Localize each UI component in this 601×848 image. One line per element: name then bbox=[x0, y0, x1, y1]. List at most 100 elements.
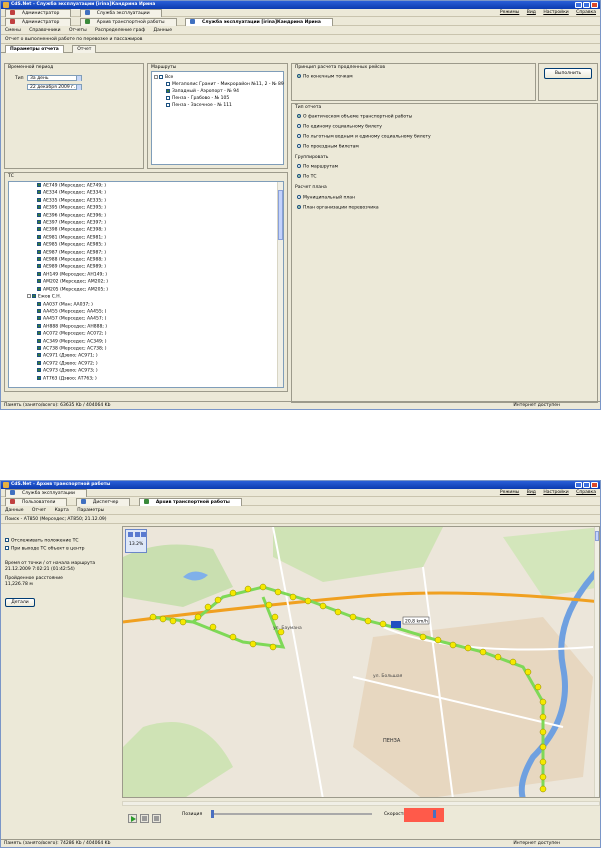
report-type-option[interactable]: О фактическом объеме транспортной работы bbox=[297, 114, 412, 120]
radio[interactable] bbox=[297, 164, 301, 168]
principle-radio[interactable] bbox=[297, 74, 301, 78]
ts-scrollbar[interactable] bbox=[277, 182, 283, 387]
position-slider-thumb[interactable] bbox=[211, 810, 214, 818]
plan-option[interactable]: План организации перевозчика bbox=[297, 205, 379, 211]
route-checkbox[interactable] bbox=[166, 102, 170, 107]
route-item[interactable]: Западный - Аэропорт - № 94 bbox=[154, 88, 281, 95]
ts-checkbox[interactable] bbox=[37, 264, 41, 269]
ts-row[interactable]: АС971 (Дэвоо; АС971; ) bbox=[37, 353, 275, 360]
tree-collapse-icon[interactable] bbox=[154, 74, 158, 79]
radio[interactable] bbox=[297, 205, 301, 209]
ts-checkbox[interactable] bbox=[37, 375, 41, 380]
maximize-button[interactable] bbox=[583, 482, 590, 488]
ts-checkbox[interactable] bbox=[37, 286, 41, 291]
menu-reports[interactable]: Отчеты bbox=[69, 28, 87, 33]
menu-map[interactable]: Карта bbox=[55, 508, 69, 513]
radio[interactable] bbox=[297, 114, 301, 118]
chevron-down-icon[interactable] bbox=[76, 76, 81, 81]
ts-checkbox[interactable] bbox=[37, 331, 41, 336]
tree-expand-icon[interactable] bbox=[27, 294, 31, 299]
ts-checkbox[interactable] bbox=[37, 316, 41, 321]
route-checkbox[interactable] bbox=[166, 95, 170, 100]
mdi-tab-dispatcher[interactable]: Диспетчер bbox=[75, 498, 131, 506]
play-button[interactable] bbox=[128, 814, 137, 823]
menu-data[interactable]: Данные bbox=[154, 28, 172, 33]
map-scrollbar[interactable] bbox=[594, 527, 599, 797]
ts-checkbox[interactable] bbox=[37, 249, 41, 254]
ts-checkbox[interactable] bbox=[37, 271, 41, 276]
checkbox[interactable] bbox=[5, 546, 9, 550]
ts-row[interactable]: АН888 (Мерседес; АН888; ) bbox=[37, 323, 275, 331]
ts-checkbox[interactable] bbox=[37, 197, 41, 202]
toolbar-service-button[interactable]: Служба эксплуатации bbox=[5, 489, 87, 497]
ts-row[interactable]: АЕ985 (Мерседес; АЕ985; ) bbox=[37, 242, 275, 249]
principle-option[interactable]: По конечным точкам bbox=[297, 74, 353, 80]
ts-checkbox[interactable] bbox=[37, 205, 41, 210]
menu-data[interactable]: Данные bbox=[5, 508, 23, 513]
radio[interactable] bbox=[297, 134, 301, 138]
ts-checkbox[interactable] bbox=[32, 294, 36, 299]
ts-row[interactable]: АС349 (Мерседес; АС349; ) bbox=[37, 338, 275, 346]
ts-row[interactable]: АЕ395 (Мерседес; АЕ395; ) bbox=[37, 205, 275, 212]
report-type-option[interactable]: По проездным билетам bbox=[297, 144, 359, 150]
position-slider[interactable] bbox=[211, 810, 372, 818]
menu-view[interactable]: Вид bbox=[527, 490, 536, 495]
details-button[interactable]: Детали bbox=[5, 598, 35, 607]
menu-view[interactable]: Вид bbox=[527, 10, 536, 15]
ts-checkbox[interactable] bbox=[37, 308, 41, 313]
pan-icon[interactable] bbox=[128, 532, 133, 537]
routes-root-checkbox[interactable] bbox=[159, 74, 163, 79]
stop-button[interactable] bbox=[152, 814, 161, 823]
route-item[interactable]: Пенза - Грабово - № 105 bbox=[154, 95, 281, 102]
ts-checkbox[interactable] bbox=[37, 183, 41, 187]
menu-distribution[interactable]: Распределение граф bbox=[95, 28, 145, 33]
ts-checkbox[interactable] bbox=[37, 338, 41, 343]
ts-row[interactable]: АН149 (Мерседес; АН149; ) bbox=[37, 271, 275, 279]
ts-checkbox[interactable] bbox=[37, 212, 41, 217]
ts-owner-row[interactable]: Ежов С.Н. bbox=[27, 294, 275, 301]
map-view[interactable]: 20,8 km/h ул. Баумана ул. Большая ПЕНЗА … bbox=[122, 526, 600, 798]
chevron-down-icon[interactable] bbox=[76, 85, 81, 90]
menu-references[interactable]: Справочники bbox=[29, 28, 60, 33]
plan-option[interactable]: Муниципальный план bbox=[297, 195, 355, 201]
speed-slider-thumb[interactable] bbox=[433, 810, 436, 818]
menu-settings[interactable]: Настройки bbox=[543, 10, 568, 15]
ts-checkbox[interactable] bbox=[37, 345, 41, 350]
ts-row[interactable]: АЕ334 (Мерседес; АЕ334; ) bbox=[37, 190, 275, 197]
vehicle-marker[interactable] bbox=[391, 621, 401, 628]
ts-row[interactable]: АА455 (Мерседес; АА455; ) bbox=[37, 308, 275, 316]
speed-slider[interactable] bbox=[404, 808, 444, 822]
close-button[interactable] bbox=[591, 482, 598, 488]
ts-row[interactable]: АС738 (Мерседес; АС738; ) bbox=[37, 345, 275, 353]
menu-help[interactable]: Справка bbox=[576, 10, 596, 15]
menu-settings[interactable]: Настройки bbox=[543, 490, 568, 495]
scroll-thumb[interactable] bbox=[278, 190, 283, 240]
map-hscroll[interactable] bbox=[122, 801, 600, 806]
mdi-tab-archive[interactable]: Архив транспортной работы bbox=[138, 498, 242, 506]
execute-button[interactable]: Выполнить bbox=[544, 68, 592, 79]
ts-row[interactable]: АТ763 (Дэвоо; АТ763; ) bbox=[37, 375, 275, 383]
toolbar-service-button[interactable]: Служба эксплуатации bbox=[79, 9, 162, 17]
mdi-tab-archive[interactable]: Архив транспортной работы bbox=[79, 18, 177, 26]
ts-checkbox[interactable] bbox=[37, 353, 41, 358]
zoom-out-icon[interactable] bbox=[141, 532, 146, 537]
option-center[interactable]: При выходе ТС объект в центр bbox=[5, 546, 84, 552]
ts-checkbox[interactable] bbox=[37, 360, 41, 365]
minimize-button[interactable] bbox=[575, 482, 582, 488]
route-item[interactable]: Пенза - Засечное - № 111 bbox=[154, 102, 281, 109]
ts-checkbox[interactable] bbox=[37, 220, 41, 225]
scroll-thumb[interactable] bbox=[595, 531, 599, 541]
ts-row[interactable]: АЕ396 (Мерседес; АЕ396; ) bbox=[37, 212, 275, 220]
grouping-option[interactable]: По маршрутам bbox=[297, 164, 338, 170]
radio[interactable] bbox=[297, 144, 301, 148]
pause-button[interactable] bbox=[140, 814, 149, 823]
route-checkbox[interactable] bbox=[166, 88, 170, 93]
mdi-tab-users[interactable]: Пользователи bbox=[5, 498, 68, 506]
radio[interactable] bbox=[297, 174, 301, 178]
option-track[interactable]: Отслеживать положение ТС bbox=[5, 538, 78, 544]
ts-checkbox[interactable] bbox=[37, 234, 41, 239]
tab-report[interactable]: Отчет bbox=[72, 45, 97, 53]
menu-modes[interactable]: Режимы bbox=[500, 490, 519, 495]
radio[interactable] bbox=[297, 195, 301, 199]
ts-row[interactable]: АЕ988 (Мерседес; АЕ988; ) bbox=[37, 257, 275, 264]
